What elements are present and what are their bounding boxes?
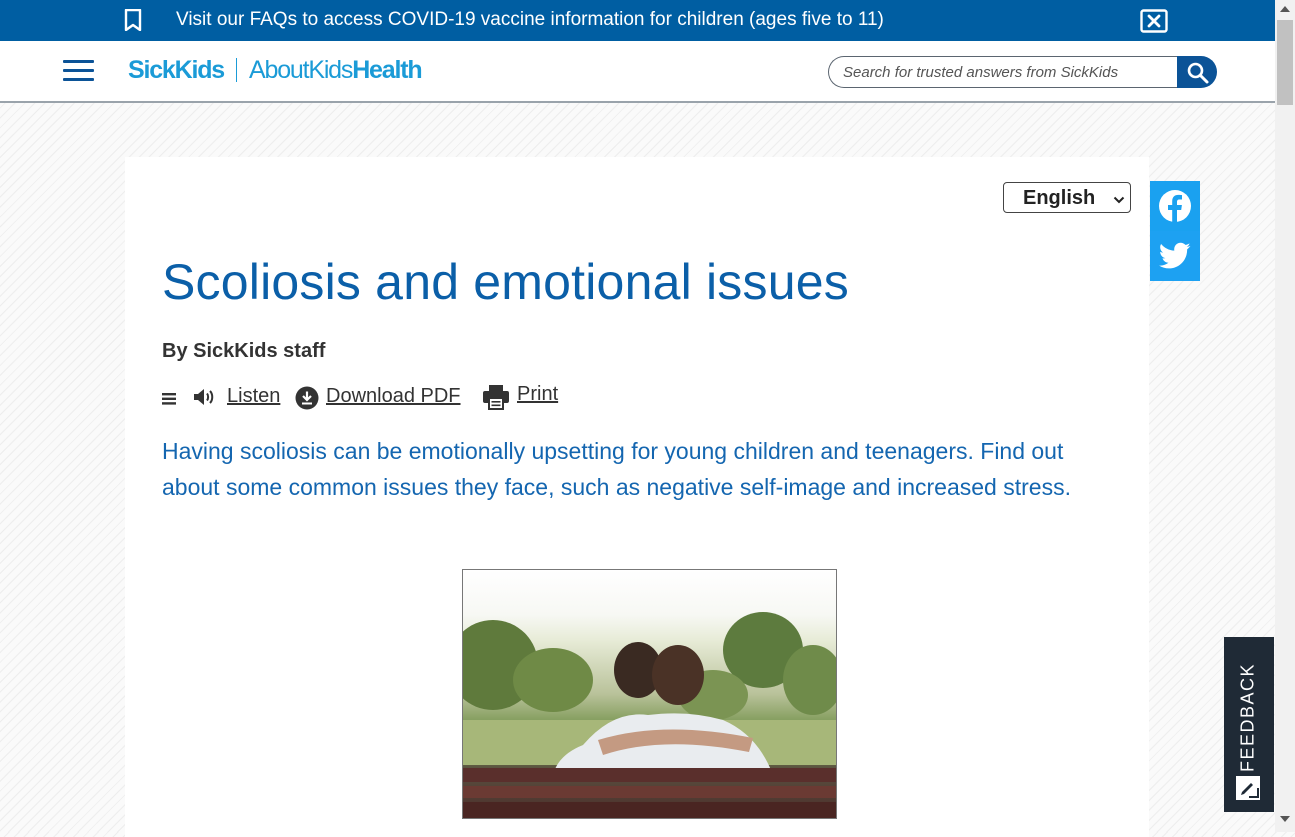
scroll-up-arrow-icon[interactable] [1280,6,1290,12]
article-tools: Listen Download PDF Print [162,383,582,411]
scrollbar-thumb[interactable] [1277,20,1293,105]
language-select[interactable]: English [1003,182,1131,213]
site-header: SickKids AboutKidsHealth [0,41,1275,103]
speaker-icon [192,387,216,412]
feedback-label: FEEDBACK [1237,662,1258,773]
print-link[interactable]: Print [517,383,558,406]
search-bar [828,56,1217,88]
twitter-icon [1159,242,1191,275]
search-input[interactable] [828,56,1178,88]
article-lead: Having scoliosis can be emotionally upse… [162,438,1071,500]
article-image [462,569,837,819]
logo-sickkids: SickKids [128,56,225,84]
close-icon[interactable] [1140,9,1168,38]
scroll-down-arrow-icon[interactable] [1280,816,1290,822]
twitter-share-button[interactable] [1150,231,1200,281]
download-pdf-link[interactable]: Download PDF [326,385,461,408]
printer-icon [482,384,510,415]
facebook-share-button[interactable] [1150,181,1200,231]
download-icon [295,386,319,415]
social-share [1150,181,1200,281]
feedback-icon [1235,775,1261,806]
covid-banner[interactable]: Visit our FAQs to access COVID-19 vaccin… [0,0,1275,41]
page-title: Scoliosis and emotional issues [162,254,849,310]
search-icon [1186,61,1210,90]
logo-aboutkids: AboutKids [249,56,353,84]
site-logo[interactable]: SickKids AboutKidsHealth [128,56,423,86]
language-selected: English [1023,187,1096,209]
page-scrollbar[interactable] [1275,0,1295,832]
logo-separator [236,58,238,82]
byline: By SickKids staff [162,340,326,362]
bookmark-icon [123,8,143,36]
banner-message[interactable]: Visit our FAQs to access COVID-19 vaccin… [176,9,884,31]
photo-illustration [463,612,836,818]
facebook-icon [1158,189,1192,228]
listen-link[interactable]: Listen [227,385,280,408]
list-icon[interactable] [162,392,176,410]
chevron-down-icon [1113,192,1125,210]
hamburger-menu-icon[interactable] [63,60,94,82]
search-button[interactable] [1177,56,1217,88]
logo-health: Health [352,56,422,84]
feedback-tab[interactable]: FEEDBACK [1224,637,1274,812]
